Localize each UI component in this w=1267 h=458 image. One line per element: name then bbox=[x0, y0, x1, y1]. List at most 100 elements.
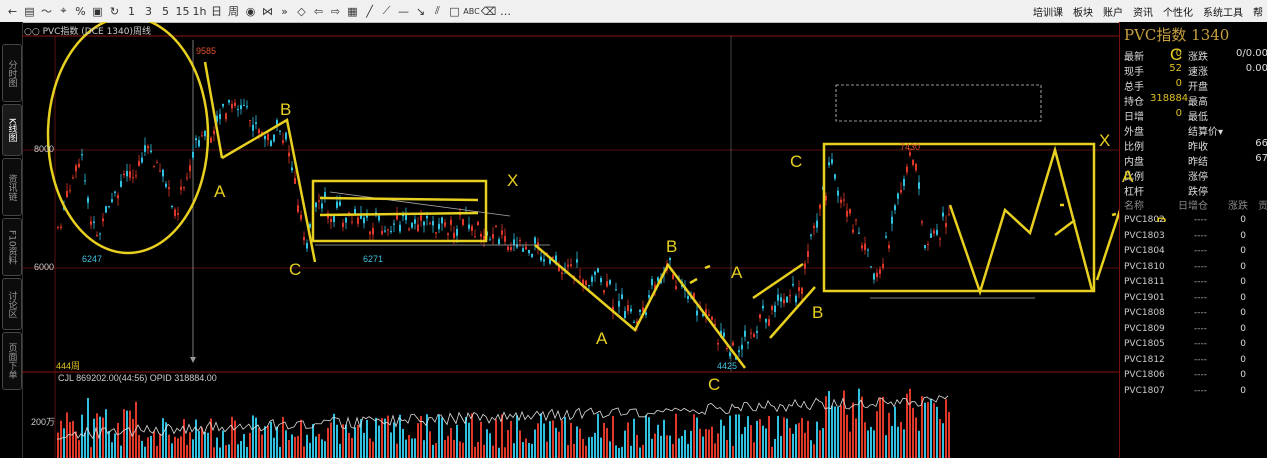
contract-row[interactable]: PVC1803 ---- 0 bbox=[1124, 231, 1267, 246]
volume-bar bbox=[723, 425, 725, 458]
volume-bar bbox=[237, 444, 239, 458]
table-icon[interactable]: ▤ bbox=[21, 5, 38, 18]
menu-system-tools[interactable]: 系统工具 bbox=[1203, 4, 1243, 19]
candle-body bbox=[258, 129, 260, 134]
volume-bar bbox=[102, 417, 104, 458]
candle-body bbox=[885, 236, 887, 238]
candle-body bbox=[771, 305, 773, 311]
tab-timeshare[interactable]: 分时图 bbox=[2, 44, 22, 102]
candle-body bbox=[489, 239, 491, 241]
tab-order[interactable]: 页面下单 bbox=[2, 332, 22, 390]
volume-bar bbox=[558, 431, 560, 458]
price-mark-high: 9585 bbox=[196, 46, 216, 56]
candle-body bbox=[621, 294, 623, 299]
candle-body bbox=[894, 205, 896, 211]
period-week[interactable]: 周 bbox=[225, 3, 242, 19]
volume-bar bbox=[810, 440, 812, 458]
candle-body bbox=[534, 237, 536, 244]
crosshair-icon[interactable]: ⌖ bbox=[55, 4, 72, 18]
double-chevron-icon[interactable]: » bbox=[276, 5, 293, 18]
contract-row[interactable]: PVC1901 ---- 0 bbox=[1124, 293, 1267, 308]
menu-sector[interactable]: 板块 bbox=[1073, 4, 1093, 19]
contract-row[interactable]: PVC1804 ---- 0 bbox=[1124, 246, 1267, 261]
candle-body bbox=[909, 152, 911, 156]
save-icon[interactable]: ▣ bbox=[89, 5, 106, 18]
volume-bar bbox=[621, 446, 623, 458]
tab-f10[interactable]: F10资料 bbox=[2, 218, 22, 276]
candle-body bbox=[795, 295, 797, 303]
volume-bar bbox=[471, 413, 473, 458]
menu-news[interactable]: 资讯 bbox=[1133, 4, 1153, 19]
rect-draw-icon[interactable]: □ bbox=[446, 5, 463, 18]
contract-row[interactable]: PVC1808 ---- 0 bbox=[1124, 308, 1267, 323]
arrow-draw-icon[interactable]: ↘ bbox=[412, 5, 429, 18]
candle-body bbox=[129, 171, 131, 178]
period-3[interactable]: 3 bbox=[140, 5, 157, 18]
volume-bar bbox=[933, 403, 935, 458]
candle-body bbox=[330, 218, 332, 223]
volume-bar bbox=[78, 440, 80, 458]
contract-change: 0 bbox=[1240, 323, 1246, 334]
volume-bar bbox=[720, 419, 722, 458]
contract-change: 0 bbox=[1240, 339, 1246, 349]
volume-bar bbox=[906, 393, 908, 458]
volume-bar bbox=[750, 425, 752, 458]
contract-oi-change: ---- bbox=[1194, 323, 1207, 334]
volume-bar bbox=[597, 413, 599, 458]
diamond-icon[interactable]: ◇ bbox=[293, 5, 310, 18]
indicator-line: CJL 869202.00(44:56) OPID 318884.00 bbox=[58, 373, 217, 383]
menu-account[interactable]: 账户 bbox=[1103, 4, 1123, 19]
eraser-icon[interactable]: ⌫ bbox=[480, 5, 497, 18]
left-arrow-icon[interactable]: ⇦ bbox=[310, 5, 327, 18]
candle-body bbox=[945, 223, 947, 228]
volume-bar bbox=[432, 444, 434, 458]
volume-bar bbox=[183, 419, 185, 458]
tab-news-chain[interactable]: 资讯链 bbox=[2, 158, 22, 216]
box-annotation-2 bbox=[822, 142, 1096, 293]
contract-row[interactable]: PVC1807 ---- 0 bbox=[1124, 386, 1267, 401]
volume-bar bbox=[645, 415, 647, 458]
menu-help[interactable]: 帮 bbox=[1253, 4, 1263, 19]
back-arrow-icon[interactable]: ← bbox=[4, 5, 21, 18]
menu-training[interactable]: 培训课 bbox=[1033, 4, 1063, 19]
volume-bar bbox=[948, 411, 950, 458]
contract-row[interactable]: PVC1812 ---- 0 bbox=[1124, 355, 1267, 370]
grid-icon[interactable]: ▦ bbox=[344, 5, 361, 18]
candle-body bbox=[81, 154, 83, 156]
candle-body bbox=[876, 272, 878, 278]
kline-chart[interactable]: 8000 6000 200万 9585 6247 6271 4425 7430 … bbox=[22, 22, 1119, 458]
contract-row[interactable]: PVC1806 ---- 0 bbox=[1124, 370, 1267, 385]
candle-body bbox=[639, 309, 641, 313]
candle-body bbox=[510, 247, 512, 251]
eye-icon[interactable]: ◉ bbox=[242, 5, 259, 18]
right-arrow-icon[interactable]: ⇨ bbox=[327, 5, 344, 18]
contract-row[interactable]: PVC1811 ---- 0 bbox=[1124, 277, 1267, 292]
wave-label: B bbox=[666, 237, 677, 256]
candle-body bbox=[609, 280, 611, 285]
refresh-icon[interactable]: ↻ bbox=[106, 5, 123, 18]
line-draw-icon[interactable]: ╱ bbox=[361, 5, 378, 18]
bowtie-icon[interactable]: ⋈ bbox=[259, 5, 276, 18]
volume-bar bbox=[354, 427, 356, 458]
line-chart-icon[interactable]: 〜 bbox=[38, 3, 55, 19]
hline-icon[interactable]: — bbox=[395, 5, 412, 18]
period-day[interactable]: 日 bbox=[208, 3, 225, 19]
tab-discussion[interactable]: 讨论区 bbox=[2, 278, 22, 330]
volume-bar bbox=[57, 432, 59, 458]
period-15[interactable]: 15 bbox=[174, 5, 191, 18]
contract-row[interactable]: PVC1805 ---- 0 bbox=[1124, 339, 1267, 354]
period-1h[interactable]: 1h bbox=[191, 5, 208, 18]
contract-row[interactable]: PVC1809 ---- 0 bbox=[1124, 324, 1267, 339]
contract-row[interactable]: PVC1810 ---- 0 bbox=[1124, 262, 1267, 277]
tab-kline[interactable]: K线图 bbox=[2, 104, 22, 156]
period-5[interactable]: 5 bbox=[157, 5, 174, 18]
parallel-icon[interactable]: ⫽ bbox=[429, 4, 446, 18]
volume-bar bbox=[777, 415, 779, 458]
percent-icon[interactable]: % bbox=[72, 5, 89, 18]
more-icon[interactable]: … bbox=[497, 5, 514, 18]
candle-body bbox=[600, 278, 602, 283]
text-abc-icon[interactable]: ABC bbox=[463, 7, 480, 16]
ray-draw-icon[interactable]: ⟋ bbox=[378, 4, 395, 18]
period-1[interactable]: 1 bbox=[123, 5, 140, 18]
menu-personalize[interactable]: 个性化 bbox=[1163, 4, 1193, 19]
